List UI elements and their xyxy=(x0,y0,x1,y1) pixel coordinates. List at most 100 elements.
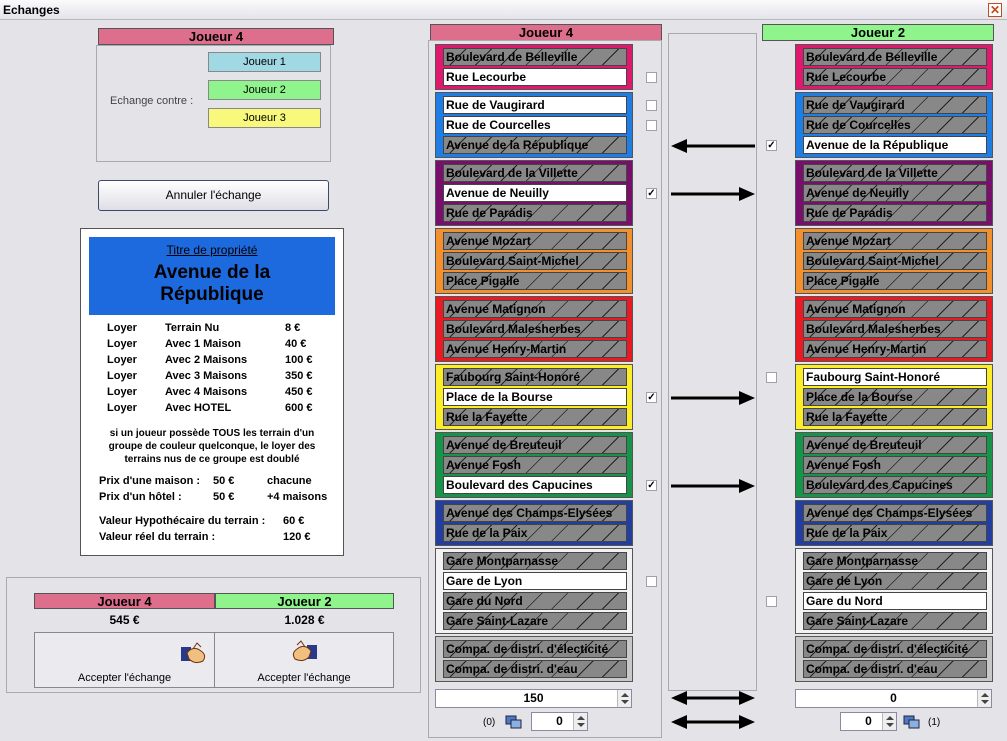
rent-row: Loyer Avec 4 Maisons 450 € xyxy=(107,386,317,401)
option-joueur-3[interactable]: Joueur 3 xyxy=(208,108,321,128)
right-property-item: Avenue Henry-Martin xyxy=(803,340,987,358)
right-property-item[interactable]: Faubourg Saint-Honoré xyxy=(803,368,987,386)
left-property-item: Avenue Mozart xyxy=(443,232,627,250)
rent-desc: Avec 4 Maisons xyxy=(165,386,248,398)
right-cards-input[interactable]: 0 xyxy=(840,712,897,731)
checkbox[interactable] xyxy=(646,120,657,131)
left-property-group: Faubourg Saint-Honoré Place de la Bourse R… xyxy=(435,364,633,430)
rent-label: Loyer xyxy=(107,354,137,366)
right-property-item: Avenue de Neuilly xyxy=(803,184,987,202)
right-money-input[interactable]: 0 xyxy=(795,689,992,708)
left-property-group: Avenue Mozart Boulevard Saint-Michel Place… xyxy=(435,228,633,294)
card-rule: si un joueur possède TOUS les terrain d'… xyxy=(87,427,337,466)
right-property-group: Avenue Matignon Boulevard Malesherbes Aven… xyxy=(795,296,993,362)
left-property-item[interactable]: Avenue de Neuilly xyxy=(443,184,627,202)
right-property-item: Avenue Mozart xyxy=(803,232,987,250)
left-property-group: Gare Montparnasse Gare de Lyon Gare du Nor… xyxy=(435,548,633,634)
left-column-header: Joueur 4 xyxy=(430,24,662,41)
left-property-item: Avenue de la République xyxy=(443,136,627,154)
cancel-exchange-button[interactable]: Annuler l'échange xyxy=(98,180,329,211)
left-money-input[interactable]: 150 xyxy=(435,689,632,708)
right-cards-spinner[interactable] xyxy=(882,713,896,730)
rent-label: Loyer xyxy=(107,370,137,382)
checkbox-checked[interactable]: ✓ xyxy=(646,188,657,199)
right-property-item: Boulevard Saint-Michel xyxy=(803,252,987,270)
mortgage-label: Valeur Hypothécaire du terrain : xyxy=(99,515,266,527)
rent-row: Loyer Avec 2 Maisons 100 € xyxy=(107,354,317,369)
checkbox[interactable] xyxy=(766,596,777,607)
close-button[interactable]: ✕ xyxy=(988,3,1002,17)
right-property-item[interactable]: Gare du Nord xyxy=(803,592,987,610)
summary-player-2: Joueur 2 xyxy=(215,593,394,609)
right-property-item: Gare Montparnasse xyxy=(803,552,987,570)
right-property-item: Gare Saint-Lazare xyxy=(803,612,987,630)
right-property-group: Boulevard de Belleville Rue Lecourbe xyxy=(795,44,993,90)
window-titlebar: Echanges ✕ xyxy=(0,0,1007,20)
left-cards-input[interactable]: 0 xyxy=(531,712,588,731)
accept-button-player-2[interactable]: Accepter l'échange xyxy=(214,632,394,688)
right-property-item: Boulevard de Belleville xyxy=(803,48,987,66)
rent-value: 40 € xyxy=(285,338,307,350)
rent-row: Loyer Terrain Nu 8 € xyxy=(107,322,317,337)
checkbox[interactable] xyxy=(766,372,777,383)
left-cards-spinner[interactable] xyxy=(573,713,587,730)
card-subtitle: Titre de propriété xyxy=(166,243,258,257)
mortgage-value: 60 € xyxy=(283,515,305,527)
left-property-item[interactable]: Gare de Lyon xyxy=(443,572,627,590)
left-property-item: Rue de la Paix xyxy=(443,524,627,542)
rent-desc: Avec 2 Maisons xyxy=(165,354,248,366)
right-property-item[interactable]: Avenue de la République xyxy=(803,136,987,154)
right-property-item: Rue de Courcelles xyxy=(803,116,987,134)
rent-value: 450 € xyxy=(285,386,313,398)
checkbox-checked[interactable]: ✓ xyxy=(766,140,777,151)
left-property-item[interactable]: Rue de Vaugirard xyxy=(443,96,627,114)
player-header: Joueur 4 xyxy=(98,28,334,45)
rent-desc: Avec 1 Maison xyxy=(165,338,242,350)
rent-row: Loyer Avec 3 Maisons 350 € xyxy=(107,370,317,385)
cards-icon xyxy=(903,715,920,729)
checkbox[interactable] xyxy=(646,100,657,111)
left-property-item[interactable]: Boulevard des Capucines xyxy=(443,476,627,494)
house-price-note: chacune xyxy=(267,475,312,487)
checkbox[interactable] xyxy=(646,72,657,83)
left-property-item: Boulevard Malesherbes xyxy=(443,320,627,338)
right-property-group: Avenue de Breuteuil Avenue Fosh Boulevard … xyxy=(795,432,993,498)
real-value: 120 € xyxy=(283,531,311,543)
left-property-item[interactable]: Rue Lecourbe xyxy=(443,68,627,86)
right-property-item: Boulevard de la Villette xyxy=(803,164,987,182)
option-joueur-1[interactable]: Joueur 1 xyxy=(208,52,321,72)
checkbox-checked[interactable]: ✓ xyxy=(646,392,657,403)
hotel-price-note: +4 maisons xyxy=(267,491,328,503)
left-property-item: Boulevard de la Villette xyxy=(443,164,627,182)
left-property-item[interactable]: Place de la Bourse xyxy=(443,388,627,406)
right-property-group: Rue de Vaugirard Rue de Courcelles Avenue … xyxy=(795,92,993,158)
house-price: 50 € xyxy=(213,475,235,487)
right-money-spinner[interactable] xyxy=(977,690,991,707)
option-joueur-2[interactable]: Joueur 2 xyxy=(208,80,321,100)
card-name-line1: Avenue de la xyxy=(153,262,271,283)
checkbox-checked[interactable]: ✓ xyxy=(646,480,657,491)
left-property-item: Place Pigalle xyxy=(443,272,627,290)
left-property-item: Compa. de distri. d'eau xyxy=(443,660,627,678)
left-property-group: Compa. de distri. d'électicité Compa. de … xyxy=(435,636,633,682)
property-card: Titre de propriété Avenue de la Républiq… xyxy=(80,228,344,556)
left-property-item: Avenue Henry-Martin xyxy=(443,340,627,358)
rent-value: 600 € xyxy=(285,402,313,414)
arrow-both-icon xyxy=(671,691,755,705)
window-title: Echanges xyxy=(3,3,60,17)
arrow-both-icon xyxy=(671,715,755,729)
left-money-spinner[interactable] xyxy=(617,690,631,707)
right-property-group: Compa. de distri. d'électicité Compa. de … xyxy=(795,636,993,682)
rent-label: Loyer xyxy=(107,322,137,334)
left-property-item[interactable]: Rue de Courcelles xyxy=(443,116,627,134)
rent-value: 350 € xyxy=(285,370,313,382)
right-cards-value: 0 xyxy=(865,714,872,728)
right-property-item: Compa. de distri. d'eau xyxy=(803,660,987,678)
right-property-group: Avenue des Champs-Elysées Rue de la Paix xyxy=(795,500,993,546)
left-property-item: Rue la Fayette xyxy=(443,408,627,426)
hotel-price-label: Prix d'un hôtel : xyxy=(99,491,182,503)
rent-desc: Avec 3 Maisons xyxy=(165,370,248,382)
checkbox[interactable] xyxy=(646,576,657,587)
right-property-item: Gare de Lyon xyxy=(803,572,987,590)
accept-button-player-1[interactable]: Accepter l'échange xyxy=(34,632,215,688)
